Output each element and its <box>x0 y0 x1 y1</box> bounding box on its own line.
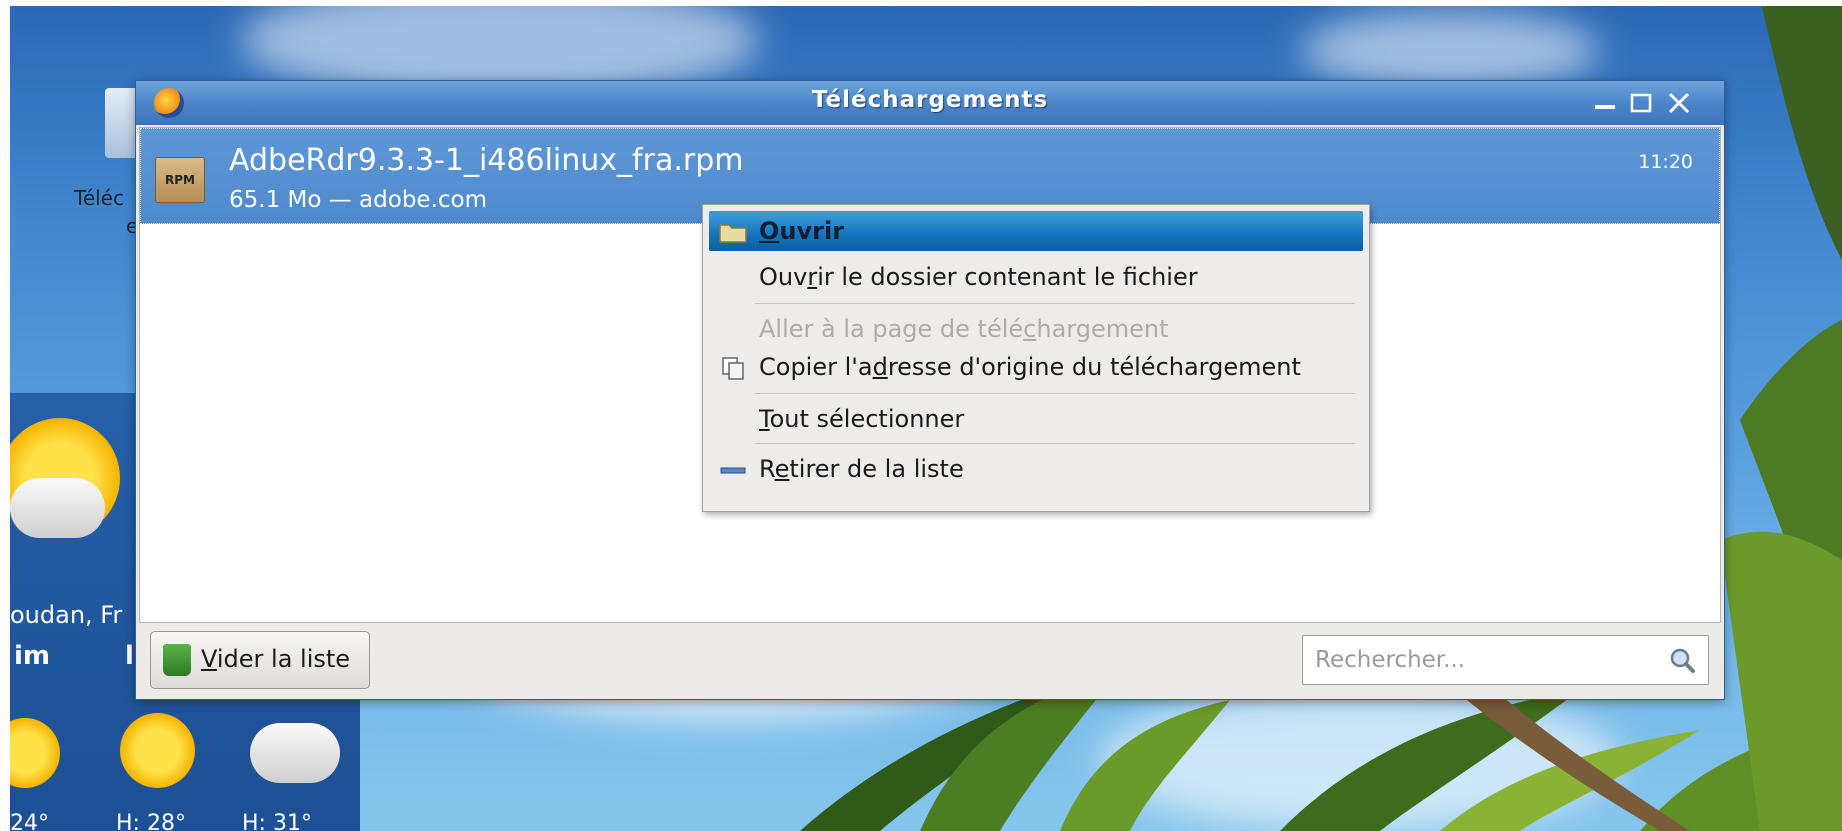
download-time: 11:20 <box>1638 151 1693 173</box>
search-field[interactable] <box>1302 635 1709 685</box>
menu-item-select-all[interactable]: Tout sélectionner <box>709 399 1363 439</box>
minimize-icon[interactable] <box>1592 90 1618 116</box>
menu-item-open[interactable]: Ouvrir <box>709 211 1363 251</box>
screen-edge <box>0 0 10 831</box>
weather-city: oudan, Fr <box>10 601 123 629</box>
rpm-package-icon: RPM <box>155 157 205 203</box>
screen-edge <box>0 0 1842 6</box>
folder-icon <box>719 224 747 243</box>
weather-temp-1: 24° <box>10 811 49 831</box>
remove-icon <box>720 467 746 474</box>
search-icon[interactable] <box>1668 646 1696 674</box>
weather-temp-2: H: 28° <box>116 811 186 831</box>
context-menu: Ouvrir Ouvrir le dossier contenant le fi… <box>702 204 1370 512</box>
clear-list-label: Vider la liste <box>201 645 351 673</box>
download-meta: 65.1 Mo — adobe.com <box>229 187 488 213</box>
window-title: Téléchargements <box>811 87 1049 113</box>
close-icon[interactable] <box>1666 90 1692 116</box>
menu-item-go-to-download-page: Aller à la page de téléchargement <box>759 315 1169 343</box>
clear-list-button[interactable]: Vider la liste <box>150 631 370 689</box>
cloud <box>1300 10 1600 90</box>
weather-day: im <box>14 641 51 671</box>
title-bar[interactable]: Téléchargements <box>136 81 1724 125</box>
maximize-icon[interactable] <box>1628 90 1654 116</box>
weather-temp-3: H: 31° <box>242 811 312 831</box>
desktop-icon-label: Téléc <box>74 186 124 210</box>
menu-item-copy-address[interactable]: Copier l'adresse d'origine du télécharge… <box>709 347 1363 387</box>
menu-separator <box>755 443 1355 444</box>
search-input[interactable] <box>1303 636 1663 684</box>
copy-icon <box>722 357 744 380</box>
broom-icon <box>163 644 191 676</box>
menu-separator <box>755 393 1355 394</box>
cloud-icon <box>10 478 105 538</box>
download-filename: AdbeRdr9.3.3-1_i486linux_fra.rpm <box>229 143 744 178</box>
menu-separator <box>755 303 1355 304</box>
menu-item-remove-from-list[interactable]: Retirer de la liste <box>709 449 1363 489</box>
cloud-icon <box>250 723 340 783</box>
palm-leaves-image <box>1720 0 1842 831</box>
menu-item-open-folder[interactable]: Ouvrir le dossier contenant le fichier <box>709 257 1363 297</box>
sun-icon <box>120 713 195 788</box>
weather-day-2: l <box>125 641 134 671</box>
